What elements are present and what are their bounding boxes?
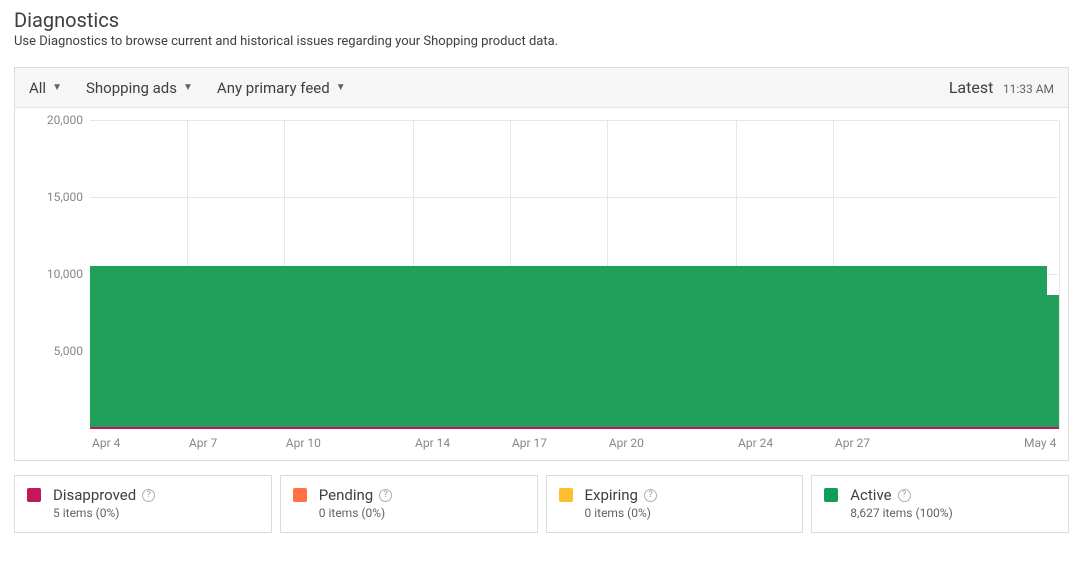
plot-area bbox=[89, 120, 1058, 428]
y-axis-label: 10,000 bbox=[15, 267, 83, 281]
legend-subtitle: 0 items (0%) bbox=[319, 506, 392, 520]
legend-title: Active? bbox=[850, 486, 953, 504]
y-axis-label: 5,000 bbox=[15, 344, 83, 358]
x-axis-label: Apr 17 bbox=[512, 436, 547, 450]
gridline bbox=[90, 197, 1058, 198]
x-axis-label: Apr 14 bbox=[415, 436, 450, 450]
x-axis-label: Apr 20 bbox=[609, 436, 644, 450]
y-axis-label: 20,000 bbox=[15, 113, 83, 127]
series-active-area-end bbox=[1047, 295, 1059, 428]
help-icon[interactable]: ? bbox=[379, 489, 392, 502]
series-active-area bbox=[90, 266, 1047, 428]
page-title: Diagnostics bbox=[14, 8, 1069, 32]
series-disapproved-line bbox=[90, 427, 1059, 429]
x-axis-label: Apr 27 bbox=[835, 436, 870, 450]
x-axis-label: May 4 bbox=[1024, 436, 1056, 450]
legend-swatch bbox=[824, 488, 838, 502]
legend-swatch bbox=[559, 488, 573, 502]
legend-title: Expiring? bbox=[585, 486, 657, 504]
legend-title: Disapproved? bbox=[53, 486, 155, 504]
latest-time: 11:33 AM bbox=[1003, 82, 1054, 96]
filter-all-dropdown[interactable]: All ▼ bbox=[29, 79, 62, 97]
legend-subtitle: 8,627 items (100%) bbox=[850, 506, 953, 520]
x-axis-label: Apr 24 bbox=[738, 436, 773, 450]
legend-title: Pending? bbox=[319, 486, 392, 504]
legend-title-text: Active bbox=[850, 486, 891, 504]
legend-title-text: Expiring bbox=[585, 486, 638, 504]
gridline bbox=[90, 120, 1058, 121]
legend-card-active[interactable]: Active? 8,627 items (100%) bbox=[811, 475, 1069, 533]
legend-subtitle: 5 items (0%) bbox=[53, 506, 155, 520]
chevron-down-icon: ▼ bbox=[336, 82, 346, 93]
status-chart: 5,000 10,000 15,000 20,000 Apr 4 Apr 7 Apr 10 A… bbox=[15, 108, 1068, 460]
x-axis-label: Apr 10 bbox=[286, 436, 321, 450]
filter-feeds-dropdown[interactable]: Any primary feed ▼ bbox=[217, 79, 346, 97]
page-subtitle: Use Diagnostics to browse current and hi… bbox=[14, 34, 1069, 49]
filter-all-label: All bbox=[29, 79, 46, 97]
diagnostics-panel: All ▼ Shopping ads ▼ Any primary feed ▼ … bbox=[14, 67, 1069, 461]
chevron-down-icon: ▼ bbox=[52, 82, 62, 93]
legend-swatch bbox=[293, 488, 307, 502]
legend-card-expiring[interactable]: Expiring? 0 items (0%) bbox=[546, 475, 804, 533]
help-icon[interactable]: ? bbox=[142, 489, 155, 502]
legend-row: Disapproved? 5 items (0%) Pending? 0 items … bbox=[14, 475, 1069, 533]
legend-card-pending[interactable]: Pending? 0 items (0%) bbox=[280, 475, 538, 533]
legend-title-text: Pending bbox=[319, 486, 373, 504]
latest-timestamp[interactable]: Latest 11:33 AM bbox=[949, 78, 1054, 97]
x-axis-label: Apr 7 bbox=[189, 436, 217, 450]
legend-title-text: Disapproved bbox=[53, 486, 136, 504]
filter-feeds-label: Any primary feed bbox=[217, 79, 330, 97]
chevron-down-icon: ▼ bbox=[183, 82, 193, 93]
latest-label: Latest bbox=[949, 78, 994, 97]
legend-card-disapproved[interactable]: Disapproved? 5 items (0%) bbox=[14, 475, 272, 533]
filter-destinations-dropdown[interactable]: Shopping ads ▼ bbox=[86, 79, 193, 97]
x-tick bbox=[1059, 120, 1060, 428]
help-icon[interactable]: ? bbox=[898, 489, 911, 502]
x-axis-label: Apr 4 bbox=[92, 436, 120, 450]
y-axis-label: 15,000 bbox=[15, 190, 83, 204]
help-icon[interactable]: ? bbox=[644, 489, 657, 502]
legend-subtitle: 0 items (0%) bbox=[585, 506, 657, 520]
legend-swatch bbox=[27, 488, 41, 502]
filter-destinations-label: Shopping ads bbox=[86, 79, 177, 97]
filter-bar: All ▼ Shopping ads ▼ Any primary feed ▼ … bbox=[15, 68, 1068, 108]
